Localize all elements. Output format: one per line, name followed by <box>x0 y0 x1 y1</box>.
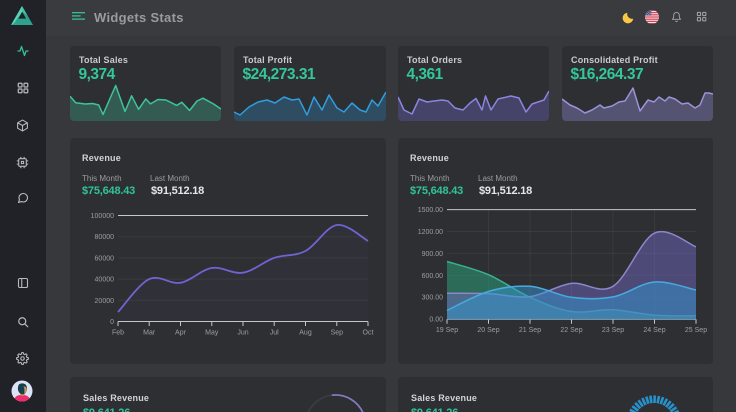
svg-text:100000: 100000 <box>91 213 114 220</box>
svg-text:1200.00: 1200.00 <box>418 229 443 236</box>
svg-text:Sep: Sep <box>331 330 344 337</box>
svg-text:21 Sep: 21 Sep <box>519 327 541 334</box>
svg-text:Mar: Mar <box>143 330 156 337</box>
svg-text:20 Sep: 20 Sep <box>477 327 499 334</box>
svg-text:19 Sep: 19 Sep <box>436 327 458 334</box>
svg-text:20000: 20000 <box>95 298 115 305</box>
svg-text:Feb: Feb <box>112 330 124 337</box>
svg-text:May: May <box>205 330 219 337</box>
svg-text:Oct: Oct <box>363 330 374 337</box>
svg-text:40000: 40000 <box>95 277 115 284</box>
svg-text:25 Sep: 25 Sep <box>685 327 707 334</box>
svg-text:600.00: 600.00 <box>422 273 444 280</box>
svg-text:80000: 80000 <box>95 234 115 241</box>
svg-text:900.00: 900.00 <box>422 251 444 258</box>
svg-text:Jul: Jul <box>270 330 279 337</box>
svg-text:24 Sep: 24 Sep <box>643 327 665 334</box>
svg-text:23 Sep: 23 Sep <box>602 327 624 334</box>
svg-text:0: 0 <box>110 319 114 326</box>
svg-text:0.00: 0.00 <box>429 317 443 324</box>
svg-text:1500.00: 1500.00 <box>418 207 443 214</box>
svg-text:60000: 60000 <box>95 255 115 262</box>
svg-text:22 Sep: 22 Sep <box>560 327 582 334</box>
svg-text:Apr: Apr <box>175 330 187 337</box>
svg-text:300.00: 300.00 <box>422 295 444 302</box>
svg-text:Jun: Jun <box>237 330 248 337</box>
svg-text:Aug: Aug <box>299 330 312 337</box>
